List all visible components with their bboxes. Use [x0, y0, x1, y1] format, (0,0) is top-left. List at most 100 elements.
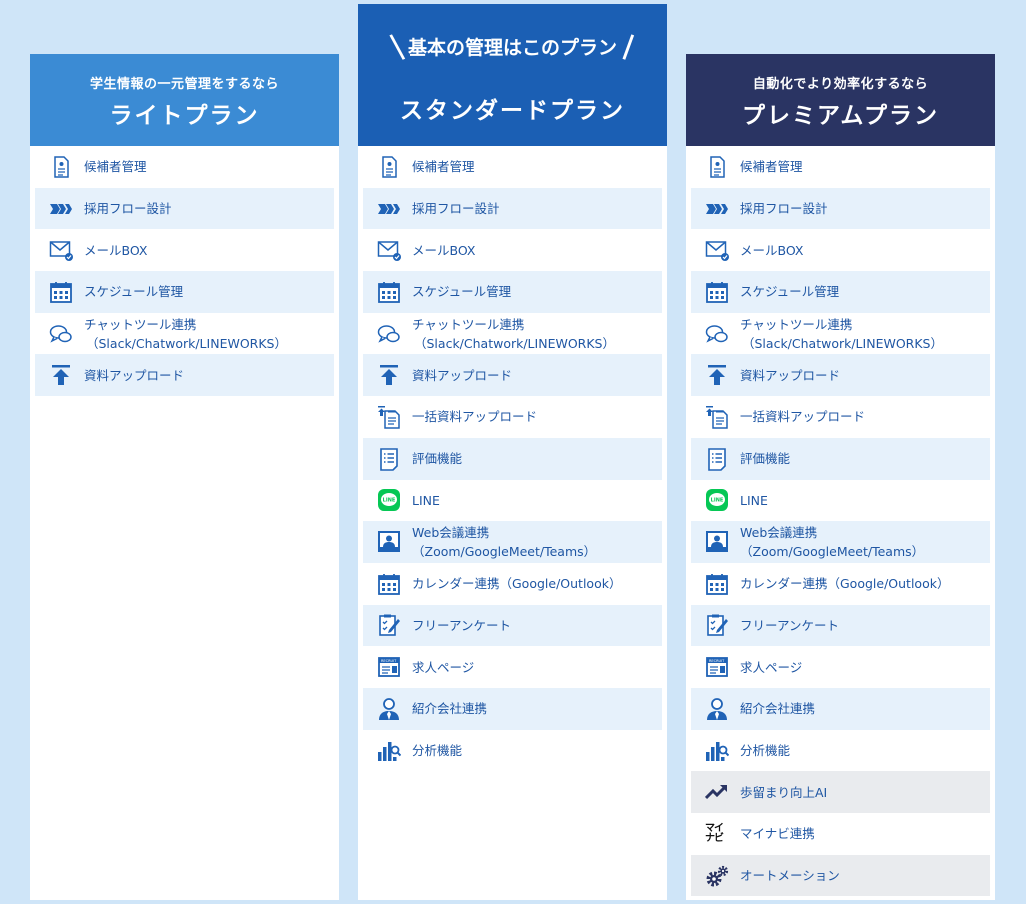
- feature-item: Web会議連携（Zoom/GoogleMeet/Teams）: [691, 521, 990, 563]
- bulk-upload-icon: [705, 405, 729, 429]
- feature-label-text: 分析機能: [740, 742, 791, 758]
- feature-item: 歩留まり向上AI: [691, 771, 990, 813]
- feature-label: スケジュール管理: [412, 282, 511, 301]
- feature-label: 候補者管理: [84, 157, 147, 176]
- upload-icon: [377, 363, 401, 387]
- calendar-icon: [377, 280, 401, 304]
- line-icon: LINE: [377, 488, 401, 512]
- feature-item: スケジュール管理: [363, 271, 662, 313]
- feature-label-text: 求人ページ: [412, 659, 475, 675]
- feature-label-text: 一括資料アップロード: [740, 409, 866, 425]
- feature-label-text: スケジュール管理: [740, 284, 840, 300]
- feature-label: 求人ページ: [740, 658, 802, 677]
- feature-label-text: 候補者管理: [84, 159, 147, 175]
- feature-label-text: 採用フロー設計: [740, 201, 828, 217]
- feature-item: スケジュール管理: [691, 271, 990, 313]
- feature-label-text: マイナビ連携: [740, 826, 815, 842]
- feature-label: 候補者管理: [412, 157, 475, 176]
- feature-item: メールBOX: [691, 229, 990, 271]
- feature-item: チャットツール連携 （Slack/Chatwork/LINEWORKS）: [363, 313, 662, 355]
- feature-label: 資料アップロード: [412, 366, 512, 385]
- feature-item: 資料アップロード: [35, 354, 334, 397]
- job-page-icon: RECRUIT: [705, 655, 729, 679]
- feature-label: フリーアンケート: [740, 616, 839, 635]
- feature-label-text: 評価機能: [740, 451, 791, 467]
- feature-label: オートメーション: [740, 866, 840, 885]
- standard-plan-header: | 基本の管理はこのプラン | スタンダードプラン: [358, 4, 667, 146]
- chat-icon: [377, 322, 401, 346]
- plan-badge-text: 基本の管理はこのプラン: [407, 37, 617, 59]
- feature-label-text: メールBOX: [740, 242, 804, 258]
- feature-item: メールBOX: [363, 229, 662, 271]
- feature-label: 採用フロー設計: [740, 199, 828, 218]
- feature-label-text: スケジュール管理: [412, 284, 512, 300]
- feature-label: メールBOX: [84, 241, 147, 260]
- survey-icon: [705, 613, 729, 637]
- feature-label-text: チャットツール連携: [412, 316, 525, 332]
- feature-label: カレンダー連携（Google/Outlook）: [412, 574, 621, 593]
- feature-label-text: カレンダー連携（Google/Outlook）: [740, 576, 950, 592]
- feature-label-text: Web会議連携（Zoom/GoogleMeet/Teams）: [412, 525, 597, 560]
- feature-label-text: 資料アップロード: [84, 367, 185, 383]
- feature-label: Web会議連携（Zoom/GoogleMeet/Teams）: [412, 523, 662, 561]
- agency-icon: [377, 697, 401, 721]
- feature-label: チャットツール連携 （Slack/Chatwork/LINEWORKS）: [84, 315, 287, 353]
- feature-label: 歩留まり向上AI: [740, 783, 827, 802]
- light-plan-card: 学生情報の一元管理をするなら ライトプラン 候補者管理採用フロー設計 メールBOX…: [30, 54, 339, 900]
- feature-label-text: フリーアンケート: [740, 617, 840, 633]
- feature-item: LINE LINE: [363, 480, 662, 522]
- feature-label-text: 紹介会社連携: [412, 701, 488, 717]
- web-meeting-icon: [377, 530, 401, 554]
- feature-label: メールBOX: [740, 241, 803, 260]
- upload-icon: [705, 363, 729, 387]
- document-icon: [705, 155, 729, 179]
- feature-label-text: Web会議連携（Zoom/GoogleMeet/Teams）: [740, 525, 925, 560]
- flow-arrows-icon: [377, 197, 401, 221]
- feature-label: カレンダー連携（Google/Outlook）: [740, 574, 949, 593]
- gears-icon: [705, 864, 729, 888]
- calendar-link-icon: [705, 572, 729, 596]
- feature-label-text: フリーアンケート: [412, 617, 512, 633]
- feature-label: チャットツール連携 （Slack/Chatwork/LINEWORKS）: [740, 315, 943, 353]
- feature-label-text: オートメーション: [740, 868, 840, 884]
- standard-plan-card: | 基本の管理はこのプラン | スタンダードプラン 候補者管理 採用フロー設計 メー…: [358, 4, 667, 900]
- line-icon: LINE: [705, 488, 729, 512]
- plan-badge: | 基本の管理はこのプラン |: [358, 30, 667, 62]
- feature-label-text: チャットツール連携: [84, 316, 197, 332]
- web-meeting-icon: [705, 530, 729, 554]
- feature-label-text: 資料アップロード: [740, 367, 841, 383]
- feature-label: 評価機能: [740, 449, 790, 468]
- mail-icon: [49, 238, 73, 262]
- feature-label: スケジュール管理: [84, 282, 183, 301]
- feature-label-text: 一括資料アップロード: [412, 409, 538, 425]
- svg-text:LINE: LINE: [711, 498, 724, 504]
- feature-label: チャットツール連携 （Slack/Chatwork/LINEWORKS）: [412, 315, 615, 353]
- evaluation-icon: [377, 447, 401, 471]
- feature-label: スケジュール管理: [740, 282, 839, 301]
- feature-label-subtext: （Slack/Chatwork/LINEWORKS）: [414, 335, 615, 351]
- feature-label: 採用フロー設計: [84, 199, 172, 218]
- feature-item: 一括資料アップロード: [363, 396, 662, 438]
- feature-list: 候補者管理 採用フロー設計 メールBOX スケジュール管理 チャットツール連携 （Slac…: [686, 146, 995, 897]
- feature-item: マイ ナビ マイナビ連携: [691, 813, 990, 855]
- feature-label: 分析機能: [740, 741, 790, 760]
- feature-item: 一括資料アップロード: [691, 396, 990, 438]
- feature-item: チャットツール連携 （Slack/Chatwork/LINEWORKS）: [691, 313, 990, 355]
- feature-label-text: 資料アップロード: [412, 367, 513, 383]
- feature-label: 資料アップロード: [740, 366, 840, 385]
- feature-label-text: カレンダー連携（Google/Outlook）: [412, 576, 622, 592]
- feature-item: 分析機能: [363, 730, 662, 772]
- chat-icon: [705, 322, 729, 346]
- badge-slash-right: |: [618, 30, 638, 62]
- upload-icon: [49, 363, 73, 387]
- chat-icon: [49, 322, 73, 346]
- feature-item: 候補者管理: [35, 146, 334, 188]
- plan-name: プレミアムプラン: [741, 103, 939, 129]
- trend-up-icon: [705, 780, 729, 804]
- feature-label-text: 候補者管理: [412, 159, 475, 175]
- feature-item: カレンダー連携（Google/Outlook）: [363, 563, 662, 605]
- light-plan-header: 学生情報の一元管理をするなら ライトプラン: [30, 54, 339, 146]
- feature-label: 分析機能: [412, 741, 462, 760]
- feature-label: 紹介会社連携: [412, 699, 487, 718]
- feature-item: 資料アップロード: [691, 354, 990, 397]
